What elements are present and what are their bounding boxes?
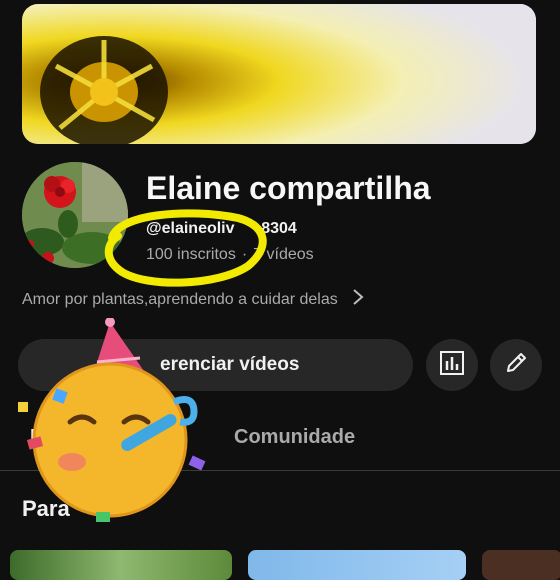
chevron-right-icon bbox=[352, 288, 364, 311]
analytics-button[interactable] bbox=[426, 339, 478, 391]
video-thumbnail[interactable] bbox=[248, 550, 466, 580]
channel-description[interactable]: Amor por plantas,aprendendo a cuidar del… bbox=[22, 288, 364, 311]
description-text: Amor por plantas,aprendendo a cuidar del… bbox=[22, 290, 338, 308]
stats-separator: · bbox=[241, 246, 248, 263]
tab-home[interactable]: In bbox=[30, 426, 48, 449]
tab-videos[interactable]: s bbox=[168, 426, 179, 449]
tab-community[interactable]: Comunidade bbox=[234, 426, 355, 449]
channel-title: Elaine compartilha bbox=[146, 170, 431, 206]
channel-handle: @elaineoliv 8304 bbox=[146, 220, 297, 237]
video-thumbnail[interactable] bbox=[482, 550, 560, 580]
manage-videos-label: erenciar vídeos bbox=[160, 354, 300, 375]
section-title: Para bbox=[22, 496, 70, 521]
subscriber-count: 100 inscritos bbox=[146, 246, 236, 263]
bar-chart-icon bbox=[439, 350, 465, 381]
video-thumbnail[interactable] bbox=[10, 550, 232, 580]
manage-videos-button[interactable]: erenciar vídeos bbox=[18, 339, 413, 391]
channel-stats: 100 inscritos · 7 vídeos bbox=[146, 246, 314, 264]
edit-channel-button[interactable] bbox=[490, 339, 542, 391]
channel-banner bbox=[22, 4, 536, 144]
tabs-divider bbox=[0, 470, 560, 471]
video-count: 7 vídeos bbox=[253, 246, 314, 263]
channel-avatar[interactable] bbox=[22, 162, 128, 268]
pencil-icon bbox=[503, 350, 529, 381]
